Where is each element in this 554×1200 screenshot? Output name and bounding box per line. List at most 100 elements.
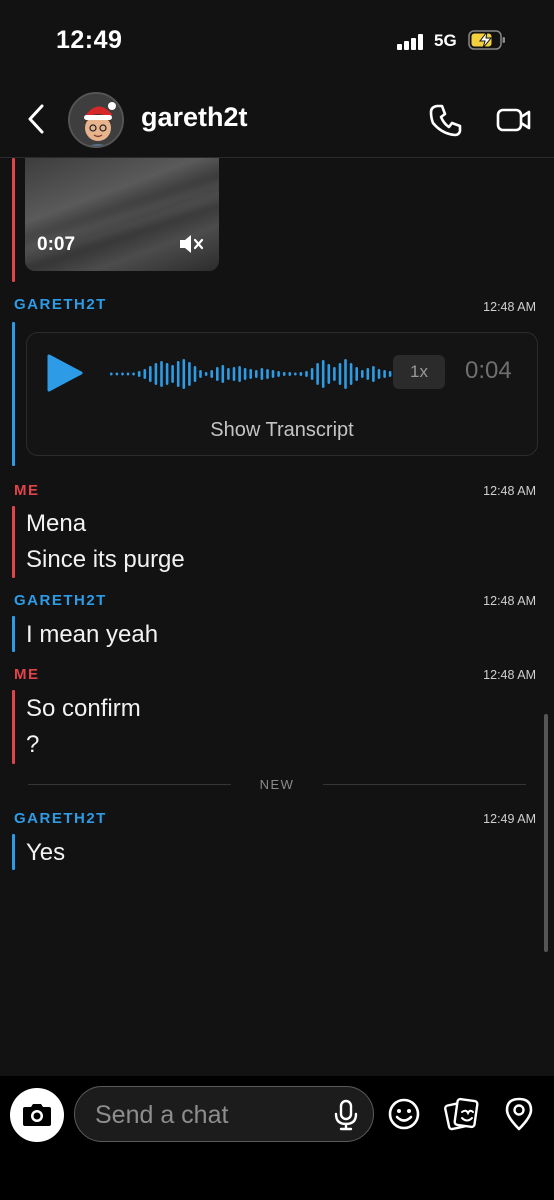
contact-name[interactable]: gareth2t [141,102,248,133]
waveform-bar [316,363,319,385]
network-type: 5G [434,31,457,50]
waveform-bar [321,360,325,388]
status-bar: 12:49 5G [0,0,554,80]
video-call-icon[interactable] [496,102,532,138]
waveform-bar [238,366,241,382]
waveform-bar [137,371,141,377]
waveform-bar [333,367,336,381]
waveform-bar [305,371,308,377]
waveform[interactable] [109,357,399,391]
microphone-icon[interactable] [331,1099,361,1131]
sender-bar [12,158,15,282]
sender-label: ME [14,482,40,499]
waveform-bar [176,361,180,387]
waveform-bar [182,359,186,389]
waveform-bar [377,369,381,379]
waveform-bar [266,369,269,379]
message-text: So confirm [26,695,141,722]
waveform-bar [366,368,370,380]
waveform-bar [255,370,258,378]
memories-icon[interactable] [444,1096,480,1132]
sender-label: GARETH2T [14,810,107,827]
waveform-bar [232,367,236,381]
signal-icon [397,34,425,50]
camera-button[interactable] [10,1088,64,1142]
chat-input-container [74,1086,374,1142]
waveform-bar [355,367,358,381]
waveform-bar [160,361,163,387]
waveform-bar [249,369,252,379]
back-icon[interactable] [22,102,52,136]
video-message[interactable]: 0:07 [25,158,219,271]
waveform-bar [210,370,213,378]
avatar[interactable] [68,92,124,148]
waveform-bar [299,372,303,376]
timestamp: 12:48 AM [483,300,536,314]
waveform-bar [260,368,264,380]
message-text: ? [26,731,40,758]
timestamp: 12:48 AM [483,668,536,682]
new-messages-divider: NEW [28,777,526,792]
waveform-bar [372,366,375,382]
sender-bar [12,506,15,578]
message-text: Yes [26,839,66,866]
waveform-bar [227,368,230,380]
waveform-bar [143,369,147,379]
scrollbar[interactable] [544,714,548,952]
waveform-bar [221,365,225,383]
waveform-bar [171,365,174,383]
waveform-bar [383,370,386,378]
camera-icon [23,1104,51,1126]
phone-icon[interactable] [428,102,464,138]
waveform-bar [271,370,275,378]
waveform-bar [165,363,169,385]
emoji-icon[interactable] [387,1097,421,1131]
message-text: I mean yeah [26,621,159,648]
sender-bar [12,834,15,870]
message-text: Since its purge [26,546,185,573]
waveform-bar [110,372,113,376]
waveform-bar [121,372,124,376]
chat-input[interactable] [95,1095,325,1135]
sender-bar [12,616,15,652]
waveform-bar [188,362,191,386]
waveform-bar [204,372,208,376]
waveform-bar [126,372,130,376]
waveform-bar [243,368,247,380]
timestamp: 12:49 AM [483,812,536,826]
waveform-bar [327,364,331,384]
waveform-bar [361,370,364,378]
sender-label: GARETH2T [14,296,107,313]
sender-label: GARETH2T [14,592,107,609]
chat-area[interactable]: 0:07 GARETH2T 12:48 AM 1x 0:04 Show Tran… [0,158,554,1076]
waveform-bar [388,371,392,377]
chat-header: gareth2t [0,80,554,158]
sender-bar [12,690,15,764]
waveform-bar [216,367,219,381]
waveform-bar [288,372,292,376]
waveform-bar [294,372,297,376]
waveform-bar [115,372,119,376]
waveform-bar [193,366,197,382]
show-transcript-button[interactable]: Show Transcript [27,419,537,442]
waveform-bar [344,359,347,389]
waveform-bar [310,368,314,380]
waveform-bar [149,366,152,382]
location-pin-icon[interactable] [502,1096,536,1132]
sender-bar [12,322,15,466]
video-duration: 0:07 [37,234,76,255]
voice-note[interactable]: 1x 0:04 Show Transcript [26,332,538,456]
play-icon[interactable] [45,353,85,393]
voice-duration: 0:04 [465,357,512,384]
waveform-bar [277,371,280,377]
playback-speed-button[interactable]: 1x [393,355,445,389]
timestamp: 12:48 AM [483,594,536,608]
battery-charging-icon [468,30,505,50]
waveform-bar [132,372,135,376]
waveform-bar [282,372,286,376]
waveform-bar [338,363,342,385]
message-text: Mena [26,510,87,537]
waveform-bar [199,370,202,378]
timestamp: 12:48 AM [483,484,536,498]
mute-icon[interactable] [177,232,205,256]
